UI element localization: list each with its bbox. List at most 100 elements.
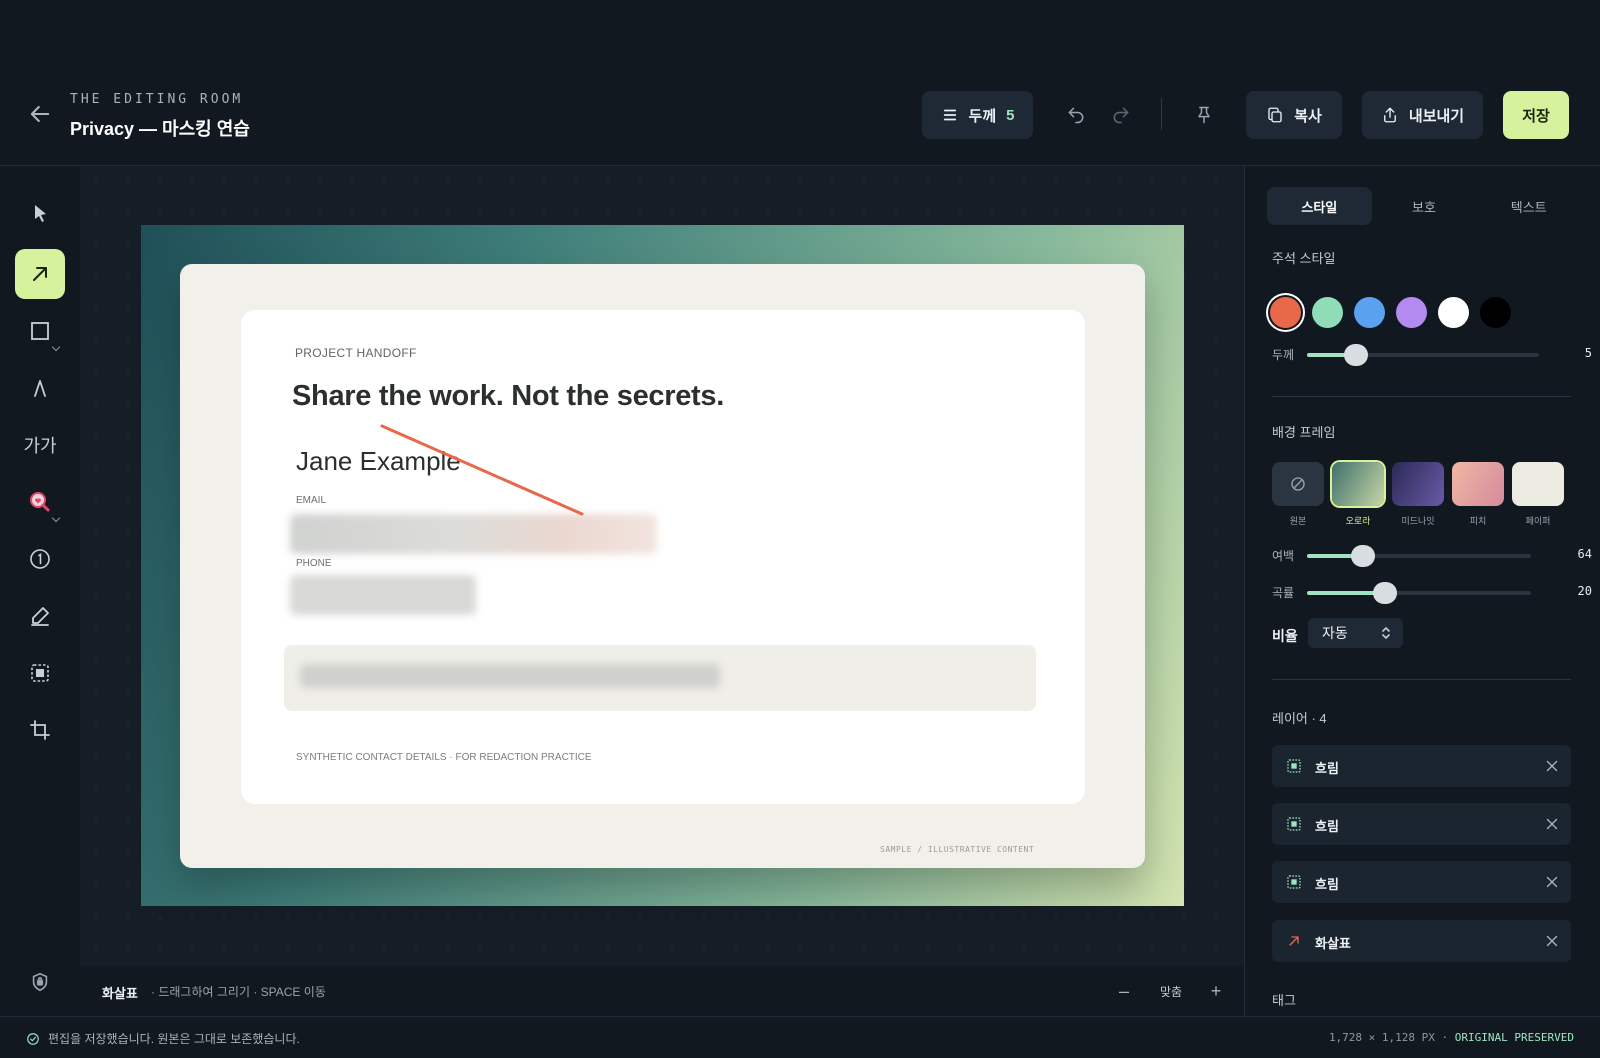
zoom-fit-button[interactable]: 맞춤 [1160, 983, 1182, 1000]
cursor-icon [35, 205, 46, 222]
color-swatch-mint[interactable] [1312, 297, 1343, 328]
layer-item[interactable]: 화살표 [1272, 920, 1571, 962]
padding-knob[interactable] [1351, 545, 1375, 567]
ratio-label: 비율 [1272, 628, 1298, 644]
tool-sidebar: 가가 [0, 166, 80, 1015]
pen-nib-icon [34, 380, 46, 397]
color-swatch-black[interactable] [1480, 297, 1511, 328]
save-button[interactable]: 저장 [1503, 91, 1569, 139]
tab-text[interactable]: 텍스트 [1476, 187, 1581, 225]
blur-layer-icon [1287, 817, 1301, 831]
number-one-icon [30, 549, 50, 569]
inspector-panel: 스타일 보호 텍스트 주석 스타일 두께 5 배경 프레임 원본 오로라 미드나… [1244, 166, 1600, 1016]
thickness-knob[interactable] [1344, 344, 1368, 366]
dimension-text: 1,728 × 1,128 PX · [1328, 1031, 1455, 1044]
bg-frame-paper-label: 페이퍼 [1525, 516, 1551, 526]
chevron-down-icon [51, 342, 61, 352]
zoom-in-button[interactable]: + [1204, 979, 1228, 1003]
panel-divider [1272, 679, 1571, 680]
thickness-button-label: 두께 [968, 107, 997, 125]
tab-protect[interactable]: 보호 [1372, 187, 1477, 225]
chevron-down-icon [51, 513, 61, 523]
back-arrow-icon[interactable] [26, 100, 54, 128]
app-header: THE EDITING ROOM Privacy — 마스킹 연습 두께 5 복… [0, 0, 1600, 166]
app-eyebrow: THE EDITING ROOM [70, 92, 244, 107]
copy-button[interactable]: 복사 [1246, 91, 1342, 139]
ratio-select[interactable]: 자동 [1308, 618, 1403, 648]
radius-knob[interactable] [1373, 582, 1397, 604]
annotation-style-label: 주석 스타일 [1272, 251, 1336, 266]
export-button[interactable]: 내보내기 [1362, 91, 1483, 139]
text-tool[interactable]: 가가 [15, 420, 65, 470]
check-circle-icon [27, 1032, 39, 1045]
privacy-shield-icon[interactable] [29, 971, 51, 993]
blur-layer-icon [1287, 875, 1301, 889]
layer-name: 흐림 [1315, 819, 1339, 834]
redo-icon[interactable] [1107, 101, 1135, 129]
thickness-slider-label: 두께 [1272, 348, 1295, 362]
layer-item[interactable]: 흐림 [1272, 803, 1571, 845]
menu-lines-icon [943, 109, 956, 121]
arrow-tool[interactable] [15, 249, 65, 299]
close-icon[interactable] [1543, 932, 1561, 950]
pin-icon[interactable] [1190, 101, 1218, 129]
layer-item[interactable]: 흐림 [1272, 861, 1571, 903]
layer-name: 화살표 [1315, 936, 1351, 951]
blurred-phone-region[interactable] [290, 575, 476, 615]
padding-slider-value: 64 [1577, 547, 1592, 561]
current-tool-name: 화살표 [102, 986, 138, 1001]
copy-icon [1268, 107, 1282, 123]
blur-layer-icon [1287, 759, 1301, 773]
email-label: EMAIL [296, 495, 327, 506]
highlight-tool[interactable] [15, 591, 65, 641]
card-headline: Share the work. Not the secrets. [292, 380, 724, 412]
radius-slider-label: 곡률 [1272, 586, 1295, 600]
zoom-out-button[interactable]: – [1112, 979, 1136, 1003]
close-icon[interactable] [1543, 873, 1561, 891]
panel-divider [1272, 396, 1571, 397]
document-title: Privacy — 마스킹 연습 [70, 119, 250, 139]
card-eyebrow: PROJECT HANDOFF [295, 346, 417, 360]
bg-frame-aurora[interactable] [1332, 462, 1384, 506]
image-dimensions: 1,728 × 1,128 PX · ORIGINAL PRESERVED [1329, 1031, 1574, 1044]
close-icon[interactable] [1543, 757, 1561, 775]
thickness-slider[interactable]: 두께 5 [1272, 344, 1592, 366]
padding-slider[interactable]: 여백 64 [1272, 545, 1592, 567]
crop-tool[interactable] [15, 705, 65, 755]
blurred-notes-region[interactable] [300, 664, 720, 688]
layer-item[interactable]: 흐림 [1272, 745, 1571, 787]
rectangle-tool[interactable] [15, 306, 65, 356]
tab-style[interactable]: 스타일 [1267, 187, 1372, 225]
color-swatch-orange[interactable] [1270, 297, 1301, 328]
thickness-button[interactable]: 두께 5 [922, 91, 1033, 139]
blurred-email-region[interactable] [290, 514, 657, 554]
bg-frame-paper[interactable] [1512, 462, 1564, 506]
copy-button-label: 복사 [1294, 107, 1322, 125]
color-swatch-purple[interactable] [1396, 297, 1427, 328]
select-tool[interactable] [15, 189, 65, 239]
bg-frame-midnight[interactable] [1392, 462, 1444, 506]
bg-frame-peach-label: 피치 [1469, 516, 1487, 526]
pen-tool[interactable] [15, 363, 65, 413]
padding-slider-label: 여백 [1272, 549, 1295, 563]
card-contact-name: Jane Example [296, 446, 461, 476]
bg-frame-midnight-label: 미드나잇 [1401, 516, 1435, 526]
step-number-tool[interactable] [15, 534, 65, 584]
panel-tabs: 스타일 보호 텍스트 [1267, 187, 1581, 225]
status-message: 편집을 저장했습니다. 원본은 그대로 보존했습니다. [48, 1032, 300, 1046]
bg-frame-original[interactable] [1272, 462, 1324, 506]
sticker-tool[interactable] [15, 477, 65, 527]
close-icon[interactable] [1543, 815, 1561, 833]
color-swatch-blue[interactable] [1354, 297, 1385, 328]
bg-frame-peach[interactable] [1452, 462, 1504, 506]
status-bar: 편집을 저장했습니다. 원본은 그대로 보존했습니다. 1,728 × 1,12… [0, 1016, 1600, 1058]
radius-slider[interactable]: 곡률 20 [1272, 582, 1592, 604]
text-tool-label: 가가 [23, 436, 57, 456]
color-swatch-white[interactable] [1438, 297, 1469, 328]
canvas-hint-bar: 화살표 · 드래그하여 그리기 · SPACE 이동 – 맞춤 + [80, 966, 1244, 1016]
blur-tool[interactable] [15, 648, 65, 698]
layer-name: 흐림 [1315, 761, 1339, 776]
original-preserved-badge: ORIGINAL PRESERVED [1454, 1031, 1574, 1044]
undo-icon[interactable] [1062, 101, 1090, 129]
rectangle-icon [31, 322, 49, 340]
